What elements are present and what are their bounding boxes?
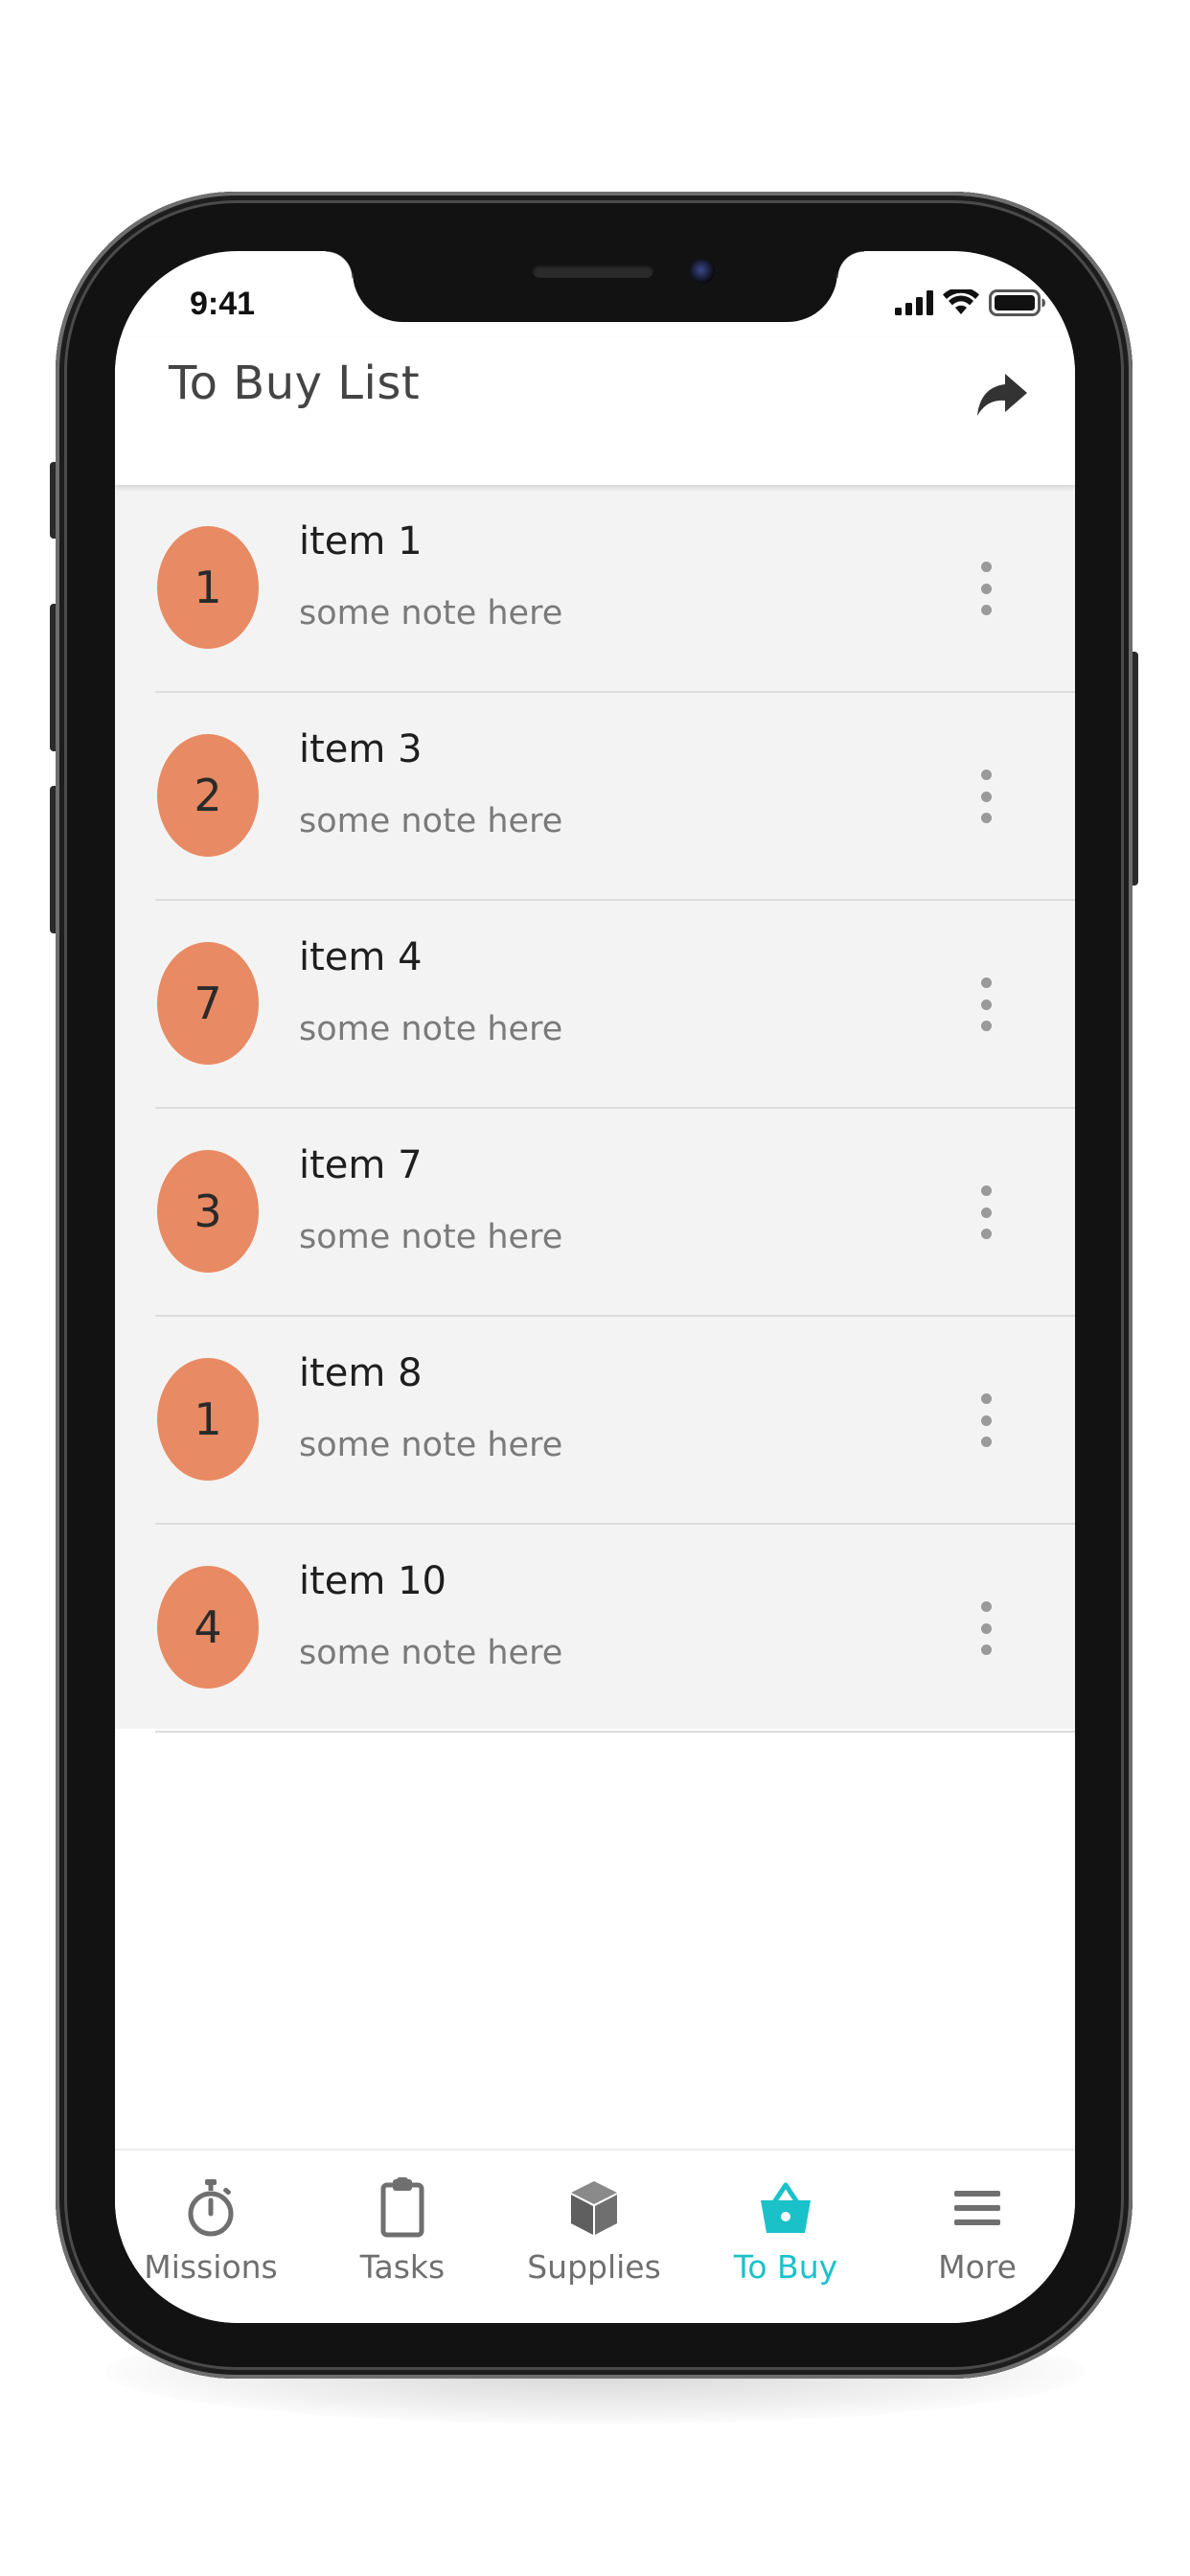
more-options-icon[interactable] (979, 1601, 993, 1655)
status-icons (895, 288, 1046, 318)
tab-tasks[interactable]: Tasks (307, 2177, 498, 2292)
tab-label: Tasks (359, 2248, 446, 2286)
box-icon (571, 2181, 617, 2235)
list-item[interactable]: 3 item 7 some note here (115, 1109, 1075, 1317)
item-name: item 3 (299, 727, 423, 771)
tab-label: To Buy (733, 2248, 838, 2286)
quantity-badge: 7 (157, 942, 259, 1065)
clipboard-icon (380, 2177, 424, 2238)
stopwatch-icon (188, 2179, 234, 2237)
basket-icon (761, 2182, 811, 2233)
item-name: item 4 (299, 935, 423, 979)
tab-label: More (938, 2248, 1017, 2286)
app-header: To Buy List (115, 337, 1075, 485)
earpiece-speaker (533, 264, 653, 278)
item-note: some note here (299, 1218, 563, 1256)
item-name: item 8 (299, 1351, 423, 1395)
more-options-icon[interactable] (979, 1185, 993, 1239)
tab-more[interactable]: More (881, 2177, 1073, 2292)
list-item[interactable]: 7 item 4 some note here (115, 901, 1075, 1109)
item-name: item 7 (299, 1143, 423, 1187)
front-camera (690, 259, 715, 284)
more-options-icon[interactable] (979, 562, 993, 615)
more-options-icon[interactable] (979, 770, 993, 823)
divider (155, 1731, 1075, 1733)
tab-missions[interactable]: Missions (115, 2177, 307, 2292)
share-forward-icon (977, 374, 1027, 416)
bottom-tab-bar: Missions Tasks Supplies To Buy More (115, 2149, 1075, 2323)
more-options-icon[interactable] (979, 1393, 993, 1447)
app-screen: 9:41 To Buy List 1 item 1 some note here… (115, 251, 1075, 2323)
status-time: 9:41 (190, 286, 256, 322)
quantity-badge: 2 (157, 734, 259, 857)
cellular-signal-icon (895, 290, 933, 315)
item-note: some note here (299, 802, 563, 840)
quantity-badge: 3 (157, 1150, 259, 1273)
page-title: To Buy List (169, 356, 421, 410)
quantity-badge: 1 (157, 526, 259, 649)
menu-icon (954, 2191, 1000, 2225)
item-name: item 10 (299, 1559, 446, 1603)
more-options-icon[interactable] (979, 978, 993, 1031)
battery-icon (989, 289, 1045, 316)
list-item[interactable]: 4 item 10 some note here (115, 1525, 1075, 1733)
tab-label: Missions (144, 2248, 278, 2286)
to-buy-list: 1 item 1 some note here 2 item 3 some no… (115, 485, 1075, 1733)
tab-supplies[interactable]: Supplies (498, 2177, 690, 2292)
quantity-badge: 1 (157, 1358, 259, 1481)
item-note: some note here (299, 594, 563, 632)
item-note: some note here (299, 1426, 563, 1464)
list-item[interactable]: 1 item 8 some note here (115, 1317, 1075, 1525)
item-name: item 1 (299, 519, 423, 564)
notch (326, 251, 864, 322)
quantity-badge: 4 (157, 1566, 259, 1689)
item-note: some note here (299, 1634, 563, 1672)
wifi-icon (943, 289, 979, 314)
tab-to-buy[interactable]: To Buy (690, 2177, 881, 2292)
tab-label: Supplies (527, 2248, 661, 2286)
list-item[interactable]: 1 item 1 some note here (115, 485, 1075, 693)
share-button[interactable] (973, 366, 1031, 424)
item-note: some note here (299, 1010, 563, 1048)
list-item[interactable]: 2 item 3 some note here (115, 693, 1075, 901)
